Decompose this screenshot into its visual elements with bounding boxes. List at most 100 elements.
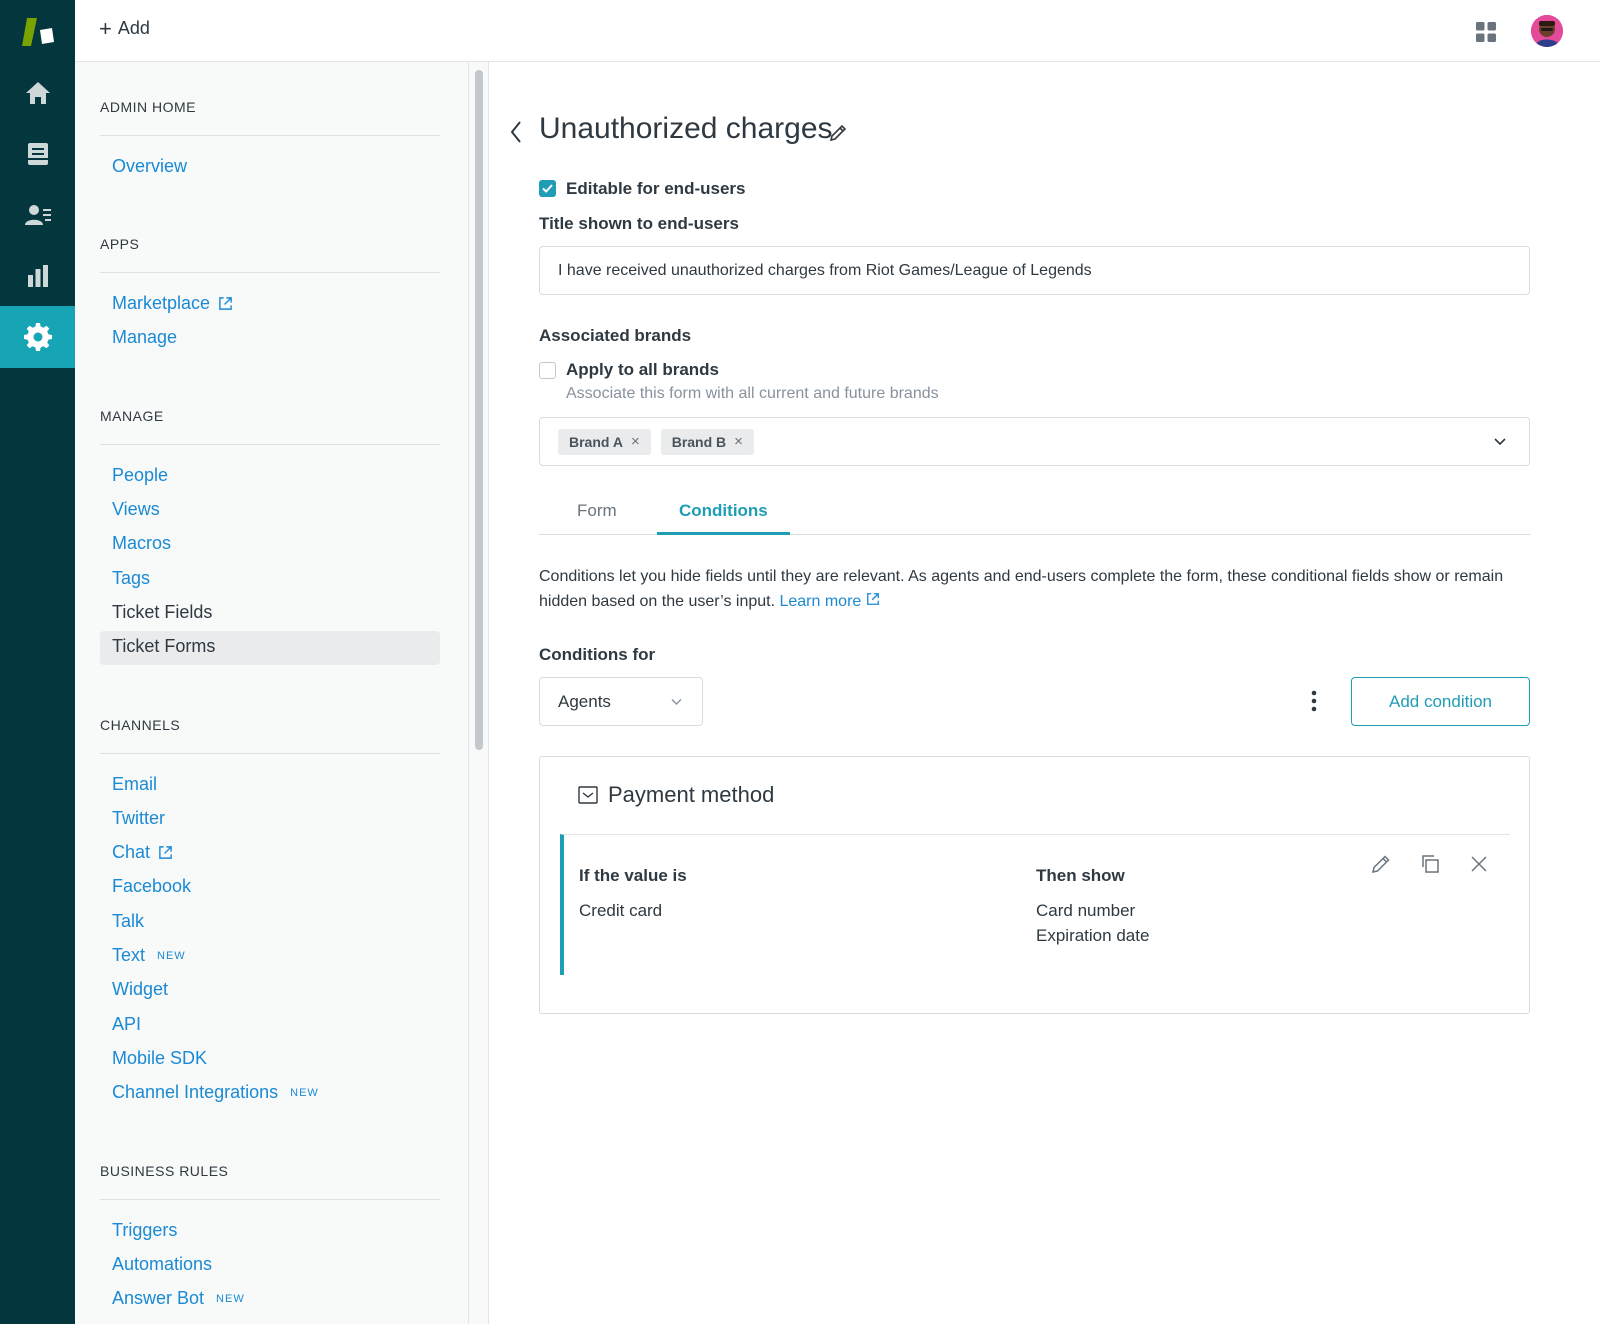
tab-form[interactable]: Form [577, 501, 617, 521]
sidebar-item-label: Facebook [112, 876, 192, 896]
sidebar-item-facebook[interactable]: Facebook [112, 876, 191, 897]
gear-icon [23, 323, 52, 351]
if-value: Credit card [579, 901, 663, 920]
title-field-label: Title shown to end-users [539, 214, 739, 233]
rail-views[interactable] [0, 123, 75, 185]
sidebar-item-mobile-sdk[interactable]: Mobile SDK [112, 1048, 207, 1069]
sidebar-item-automations[interactable]: Automations [112, 1254, 212, 1275]
sidebar-item-label: Ticket Fields [112, 602, 213, 622]
home-icon [25, 82, 50, 104]
brands-multiselect[interactable]: Brand A × Brand B × [539, 417, 1530, 466]
conditions-description-text: Conditions let you hide fields until the… [539, 568, 1504, 610]
overflow-menu-icon[interactable] [1310, 689, 1318, 713]
close-icon[interactable]: × [734, 433, 743, 450]
sidebar-item-chat[interactable]: Chat [112, 842, 173, 863]
dropdown-field-icon [578, 786, 598, 804]
page-title: Unauthorized charges [539, 112, 833, 145]
close-icon[interactable]: × [631, 433, 640, 450]
views-icon [27, 143, 48, 165]
form-tabs: Form Conditions [539, 495, 1530, 535]
sidebar-item-ticket-forms[interactable]: Ticket Forms [112, 636, 215, 657]
then-show-field: Card number [1036, 901, 1136, 920]
new-badge: NEW [290, 1086, 319, 1099]
duplicate-icon[interactable] [1419, 853, 1441, 875]
sidebar-item-label: Talk [112, 911, 145, 931]
apply-all-label: Apply to all brands [566, 360, 720, 379]
sidebar-item-widget[interactable]: Widget [112, 979, 168, 1000]
sidebar-item-label: Triggers [112, 1220, 178, 1240]
sidebar-item-channel-integrations[interactable]: Channel Integrations NEW [112, 1082, 319, 1103]
apps-grid-icon[interactable] [1476, 22, 1496, 42]
editable-checkbox[interactable] [539, 180, 556, 197]
conditions-for-label: Conditions for [539, 645, 656, 664]
sidebar-item-people[interactable]: People [112, 465, 168, 486]
brand-chip[interactable]: Brand A × [558, 428, 651, 455]
chevron-down-icon[interactable] [1493, 436, 1507, 448]
edit-icon[interactable] [1370, 853, 1392, 875]
sidebar-item-email[interactable]: Email [112, 774, 157, 795]
sidebar-scrollbar[interactable] [469, 62, 489, 1324]
user-avatar[interactable] [1531, 15, 1563, 47]
sidebar-item-ticket-fields[interactable]: Ticket Fields [112, 602, 212, 623]
title-input[interactable]: I have received unauthorized charges fro… [539, 246, 1530, 295]
pencil-icon[interactable] [829, 124, 847, 142]
close-icon[interactable] [1468, 853, 1490, 875]
sidebar-item-tags[interactable]: Tags [112, 568, 150, 589]
brand-chip[interactable]: Brand B × [660, 428, 754, 455]
title-input-value: I have received unauthorized charges fro… [558, 261, 1092, 279]
sidebar-item-label: Widget [112, 979, 169, 999]
sidebar-item-label: Twitter [112, 808, 166, 828]
learn-more-link[interactable]: Learn more [779, 593, 879, 610]
apply-all-checkbox[interactable] [539, 362, 556, 379]
plus-icon: + [99, 15, 112, 41]
main-content: Unauthorized charges Editable for end-us… [489, 62, 1600, 1324]
if-value-heading: If the value is [579, 866, 687, 885]
external-link-icon [219, 297, 232, 310]
sidebar-item-answer-bot[interactable]: Answer Bot NEW [112, 1288, 245, 1309]
sidebar-item-label: People [112, 465, 169, 485]
sidebar-item-label: Mobile SDK [112, 1048, 208, 1068]
divider [100, 135, 440, 136]
conditions-description: Conditions let you hide fields until the… [539, 564, 1530, 614]
avatar-image [1531, 15, 1563, 47]
rail-reporting[interactable] [0, 245, 75, 307]
sidebar-item-talk[interactable]: Talk [112, 911, 144, 932]
rail-customers[interactable] [0, 184, 75, 246]
sidebar-item-label: Tags [112, 568, 151, 588]
back-chevron-icon[interactable] [509, 120, 523, 144]
tab-conditions[interactable]: Conditions [679, 501, 768, 521]
rail-home[interactable] [0, 62, 75, 124]
condition-rule: If the value is Credit card Then show Ca… [560, 834, 1510, 975]
sidebar-item-label: Text [112, 945, 146, 965]
divider [100, 444, 440, 445]
zendesk-logo[interactable] [18, 16, 58, 48]
sidebar-item-label: Macros [112, 533, 172, 553]
sidebar-item-twitter[interactable]: Twitter [112, 808, 165, 829]
sidebar-item-label: Automations [112, 1254, 213, 1274]
conditions-for-value: Agents [558, 691, 611, 711]
sidebar-item-triggers[interactable]: Triggers [112, 1220, 177, 1241]
then-show-heading: Then show [1036, 866, 1125, 885]
sidebar-item-marketplace[interactable]: Marketplace [112, 293, 233, 314]
sidebar-item-text[interactable]: Text NEW [112, 945, 186, 966]
conditions-for-select[interactable]: Agents [539, 677, 703, 726]
section-heading-business-rules: Business Rules [100, 1163, 229, 1179]
scrollbar-thumb[interactable] [475, 70, 483, 750]
active-tab-indicator [657, 532, 790, 535]
divider [100, 272, 440, 273]
condition-card: Payment method If the value is Credit ca… [539, 756, 1530, 1014]
sidebar-item-views[interactable]: Views [112, 499, 160, 520]
brand-chip-label: Brand A [569, 433, 623, 450]
external-link-icon [159, 846, 172, 859]
condition-field-name: Payment method [608, 782, 775, 807]
add-condition-button[interactable]: Add condition [1351, 677, 1530, 726]
sidebar-item-overview[interactable]: Overview [112, 156, 187, 177]
sidebar-item-macros[interactable]: Macros [112, 533, 171, 554]
rail-admin[interactable] [0, 306, 75, 368]
product-rail [0, 0, 75, 1324]
sidebar-item-api[interactable]: API [112, 1014, 141, 1035]
reporting-icon [27, 265, 48, 287]
editable-label: Editable for end-users [566, 179, 746, 198]
sidebar-item-manage-apps[interactable]: Manage [112, 327, 177, 348]
add-button[interactable]: + Add [99, 15, 150, 41]
